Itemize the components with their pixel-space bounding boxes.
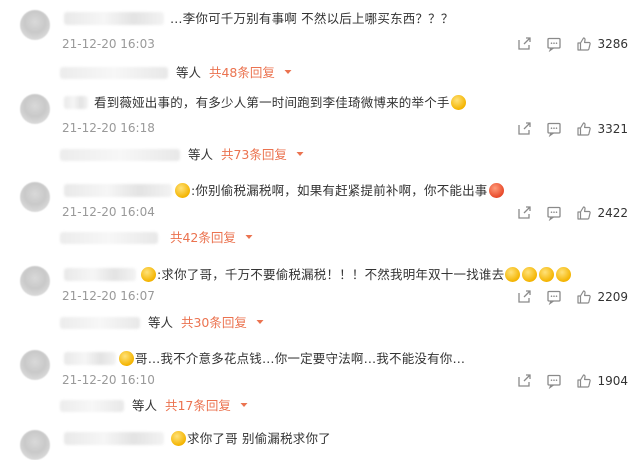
comment-actions: 3286 [502,35,628,53]
comment-time: 21-12-20 16:03 [62,37,155,51]
chevron-down-icon[interactable] [244,232,254,242]
username-redacted [64,268,136,281]
like-count: 3321 [597,122,628,136]
username-redacted [64,96,88,109]
username-redacted [64,352,116,365]
share-icon[interactable] [516,205,532,221]
chevron-down-icon[interactable] [295,149,305,159]
comment-actions: 1904 [502,372,628,390]
avatar[interactable] [20,430,50,460]
reply-total[interactable]: 共42条回复 [170,230,236,245]
like-icon[interactable] [576,373,592,389]
share-icon[interactable] [516,373,532,389]
username-redacted [64,184,172,197]
comment-text: 求你了哥 别偷漏税求你了 [170,430,331,448]
username-redacted [64,12,164,25]
share-icon[interactable] [516,121,532,137]
comment-text: :求你了哥，千万不要偷税漏税！！！不然我明年双十一找谁去 [140,266,572,284]
reply-total[interactable]: 共48条回复 [209,65,275,80]
reply-who: 等人 [175,65,201,80]
share-icon[interactable] [516,289,532,305]
emoji-icon [141,267,156,282]
username-redacted [64,432,164,445]
comment-icon[interactable] [546,205,562,221]
reply-summary[interactable]: 等人 共17条回复 [60,395,249,417]
reply-who: 等人 [147,315,173,330]
emoji-icon [119,351,134,366]
like-icon[interactable] [576,205,592,221]
comment-actions: 2422 [502,204,628,222]
reply-who: 等人 [131,398,157,413]
comment-icon[interactable] [546,36,562,52]
reply-summary[interactable]: 等人 共30条回复 [60,312,265,334]
chevron-down-icon[interactable] [255,317,265,327]
avatar[interactable] [20,350,50,380]
comment-actions: 3321 [502,120,628,138]
emoji-icon [175,183,190,198]
comment-time: 21-12-20 16:07 [62,289,155,303]
comment-text: 哥…我不介意多花点钱…你一定要守法啊…我不能没有你… [118,350,465,368]
reply-who: 等人 [187,147,213,162]
crying-emoji-icon [505,267,521,282]
reply-users-redacted [60,232,158,244]
like-count: 2422 [597,206,628,220]
avatar[interactable] [20,94,50,124]
comment-icon[interactable] [546,121,562,137]
comment-actions: 2209 [502,288,628,306]
comment-time: 21-12-20 16:10 [62,373,155,387]
reply-summary[interactable]: 等人 共73条回复 [60,144,305,166]
reply-users-redacted [60,317,140,329]
crying-emoji-icon [522,267,538,282]
comment-text: :你别偷税漏税啊，如果有赶紧提前补啊，你不能出事 [174,182,505,200]
comment-icon[interactable] [546,373,562,389]
chevron-down-icon[interactable] [283,67,293,77]
reply-users-redacted [60,67,168,79]
reply-total[interactable]: 共73条回复 [221,147,287,162]
share-icon[interactable] [516,36,532,52]
crying-emoji-icon [556,267,572,282]
like-icon[interactable] [576,121,592,137]
like-count: 3286 [597,37,628,51]
reply-total[interactable]: 共17条回复 [165,398,231,413]
reply-summary[interactable]: 等人 共48条回复 [60,62,293,84]
reply-users-redacted [60,149,180,161]
emoji-icon [171,431,186,446]
crying-emoji-icon [539,267,555,282]
comment-text: …李你可千万别有事啊 不然以后上哪买东西？？？ [170,11,454,26]
like-icon[interactable] [576,36,592,52]
like-count: 2209 [597,290,628,304]
like-icon[interactable] [576,289,592,305]
comment-icon[interactable] [546,289,562,305]
reply-total[interactable]: 共30条回复 [181,315,247,330]
comment-text: 看到薇娅出事的，有多少人第一时间跑到李佳琦微博来的举个手 [94,94,467,112]
reply-users-redacted [60,400,124,412]
chevron-down-icon[interactable] [239,400,249,410]
comment-time: 21-12-20 16:04 [62,205,155,219]
avatar[interactable] [20,266,50,296]
avatar[interactable] [20,182,50,212]
like-count: 1904 [597,374,628,388]
comment-time: 21-12-20 16:18 [62,121,155,135]
raise-hand-emoji-icon [450,95,466,110]
avatar[interactable] [20,10,50,40]
angry-emoji-icon [488,183,504,198]
reply-summary[interactable]: 共42条回复 [60,227,254,249]
